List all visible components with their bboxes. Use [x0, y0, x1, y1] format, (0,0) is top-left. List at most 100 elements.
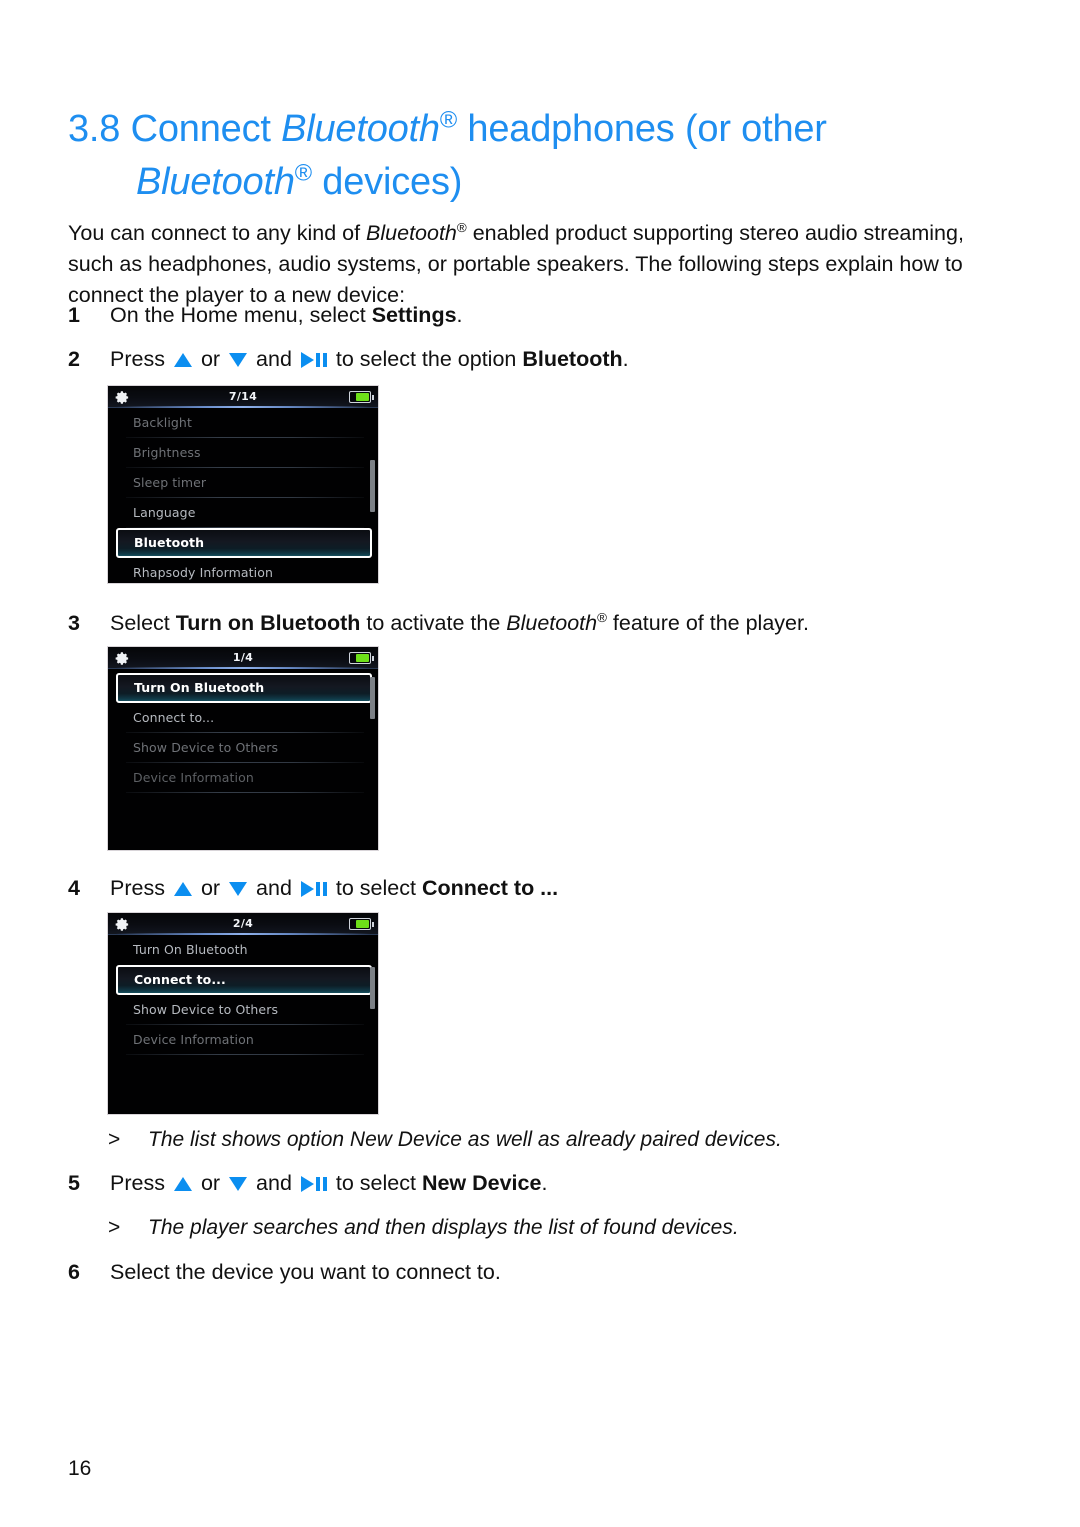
intro-part-1: You can connect to any kind of: [68, 220, 367, 245]
step-3: 3 Select Turn on Bluetooth to activate t…: [68, 608, 1018, 638]
step-2-emphasis: Bluetooth: [522, 347, 623, 371]
bluetooth-wordmark: Bluetooth: [506, 611, 598, 635]
step-2-and-label: and: [256, 347, 292, 371]
step-4-press-label: Press: [110, 876, 165, 900]
down-arrow-icon: [229, 1177, 248, 1191]
step-3-text: Select Turn on Bluetooth to activate the…: [110, 608, 1018, 638]
page-counter: 1/4: [232, 651, 254, 664]
note-1-marker: >: [108, 1128, 121, 1151]
list-item-selected[interactable]: Bluetooth: [116, 528, 372, 558]
step-3-post: feature of the player.: [606, 611, 809, 635]
device-screenshot-bluetooth-menu-2: 2/4 Turn On Bluetooth Connect to... Show…: [107, 912, 379, 1115]
scrollbar-thumb[interactable]: [370, 677, 375, 719]
device-list: Turn On Bluetooth Connect to... Show Dev…: [108, 673, 378, 850]
step-1-text: On the Home menu, select Settings.: [110, 300, 1018, 330]
bluetooth-wordmark: Bluetooth: [281, 108, 440, 151]
list-item[interactable]: Brightness: [108, 438, 378, 468]
step-5-mid-label: to select: [335, 1171, 416, 1195]
list-item[interactable]: Backlight: [108, 408, 378, 438]
play-pause-icon: [300, 352, 327, 368]
intro-paragraph: You can connect to any kind of Bluetooth…: [68, 218, 1013, 311]
up-arrow-icon: [173, 1177, 192, 1191]
down-arrow-icon: [229, 882, 248, 896]
play-pause-icon: [300, 881, 327, 897]
title-line-2: Bluetooth® devices): [68, 156, 998, 209]
device-status-bar: 1/4: [108, 647, 378, 669]
step-4-or-label: or: [200, 876, 221, 900]
step-3-emphasis: Turn on Bluetooth: [175, 611, 361, 635]
step-6-marker: 6: [68, 1260, 80, 1284]
list-item[interactable]: Language: [108, 498, 378, 528]
device-list: Turn On Bluetooth Connect to... Show Dev…: [108, 935, 378, 1114]
list-item[interactable]: Device Information: [108, 1025, 378, 1055]
list-item[interactable]: Rhapsody Information: [108, 558, 378, 583]
note-2-text: The player searches and then displays th…: [148, 1216, 739, 1239]
registered-mark-icon: ®: [294, 159, 312, 186]
battery-icon: [349, 652, 374, 664]
note-1-text: The list shows option New Device as well…: [148, 1128, 782, 1151]
registered-mark-icon: ®: [456, 219, 467, 235]
step-6: 6 Select the device you want to connect …: [68, 1257, 1018, 1287]
list-item[interactable]: Show Device to Others: [108, 995, 378, 1025]
page-counter: 2/4: [232, 917, 254, 930]
list-item[interactable]: Device Information: [108, 763, 378, 793]
step-5-marker: 5: [68, 1171, 80, 1195]
down-arrow-icon: [229, 353, 248, 367]
bluetooth-wordmark: Bluetooth: [366, 220, 457, 245]
step-3-pre: Select: [110, 611, 176, 635]
list-item[interactable]: Turn On Bluetooth: [108, 935, 378, 965]
registered-mark-icon: ®: [439, 106, 458, 133]
scrollbar-thumb[interactable]: [370, 460, 375, 512]
page-title: 3.8 Connect Bluetooth® headphones (or ot…: [68, 103, 998, 209]
step-2-post: .: [622, 347, 629, 371]
battery-icon: [349, 918, 374, 930]
step-2: 2 Press or and to select the option Blue…: [68, 344, 1018, 374]
note-1: > The list shows option New Device as we…: [68, 1125, 1018, 1155]
step-5-press-label: Press: [110, 1171, 165, 1195]
step-5-and-label: and: [256, 1171, 292, 1195]
list-item[interactable]: Connect to...: [108, 703, 378, 733]
manual-page: 3.8 Connect Bluetooth® headphones (or ot…: [0, 0, 1080, 1527]
title-line-1-pre: Connect: [130, 108, 282, 151]
up-arrow-icon: [173, 353, 192, 367]
step-5-post: .: [541, 1171, 548, 1195]
note-2-marker: >: [108, 1216, 121, 1239]
step-4: 4 Press or and to select Connect to ...: [68, 873, 1018, 903]
scrollbar-thumb[interactable]: [370, 967, 375, 1009]
play-pause-icon: [300, 1176, 327, 1192]
step-4-text: Press or and to select Connect to ...: [110, 873, 1018, 903]
step-2-marker: 2: [68, 347, 80, 371]
list-item[interactable]: Show Device to Others: [108, 733, 378, 763]
step-5: 5 Press or and to select New Device.: [68, 1168, 1018, 1198]
step-3-mid: to activate the: [360, 611, 507, 635]
title-line-1-post: headphones (or other: [457, 108, 827, 151]
title-line-2-post: devices): [311, 161, 463, 204]
step-4-marker: 4: [68, 876, 80, 900]
step-4-and-label: and: [256, 876, 292, 900]
step-3-marker: 3: [68, 611, 80, 635]
list-item[interactable]: Sleep timer: [108, 468, 378, 498]
step-1-emphasis: Settings: [371, 303, 457, 327]
step-2-mid-label: to select the option: [335, 347, 517, 371]
device-list: Backlight Brightness Sleep timer Languag…: [108, 408, 378, 583]
device-screenshot-bluetooth-menu-1: 1/4 Turn On Bluetooth Connect to... Show…: [107, 646, 379, 851]
step-4-mid-label: to select: [335, 876, 416, 900]
device-screenshot-settings-menu: 7/14 Backlight Brightness Sleep timer La…: [107, 385, 379, 584]
page-counter: 7/14: [228, 390, 258, 403]
note-2: > The player searches and then displays …: [68, 1213, 1018, 1243]
step-2-text: Press or and to select the option Blueto…: [110, 344, 1018, 374]
list-item-selected[interactable]: Connect to...: [116, 965, 372, 995]
registered-mark-icon: ®: [597, 609, 607, 625]
list-item-selected[interactable]: Turn On Bluetooth: [116, 673, 372, 703]
bluetooth-wordmark: Bluetooth: [136, 161, 295, 204]
section-number: 3.8: [68, 108, 121, 151]
page-number: 16: [68, 1457, 92, 1480]
device-status-bar: 7/14: [108, 386, 378, 408]
step-4-emphasis: Connect to ...: [421, 876, 559, 900]
step-5-emphasis: New Device: [421, 1171, 542, 1195]
step-6-text: Select the device you want to connect to…: [110, 1260, 501, 1284]
step-1-marker: 1: [68, 303, 80, 327]
step-1: 1 On the Home menu, select Settings.: [68, 300, 1018, 330]
step-5-text: Press or and to select New Device.: [110, 1168, 1018, 1198]
battery-icon: [349, 391, 374, 403]
